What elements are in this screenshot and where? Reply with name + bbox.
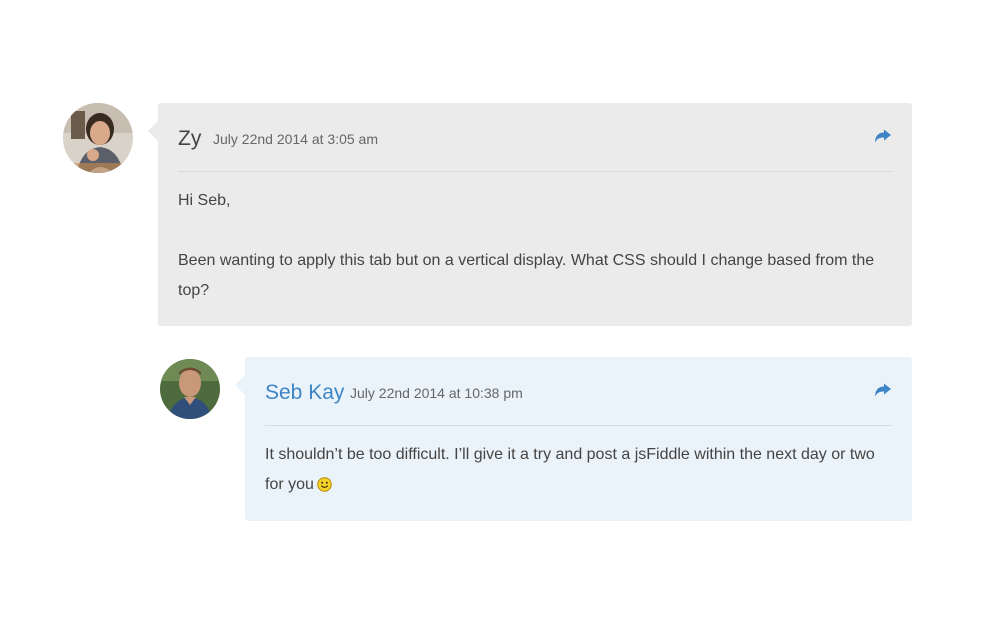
comment-text: for you bbox=[265, 476, 314, 493]
reply-arrow-icon[interactable] bbox=[874, 129, 892, 145]
comment-header: Seb Kay July 22nd 2014 at 10:38 pm bbox=[265, 357, 892, 426]
comment-author[interactable]: Seb Kay bbox=[265, 381, 344, 405]
comment-author[interactable]: Zy bbox=[178, 127, 201, 151]
comment-body: It shouldn’t be too difficult. I’ll give… bbox=[265, 440, 892, 503]
comment-paragraph: Hi Seb, bbox=[178, 192, 231, 209]
comment-text-line: for you bbox=[265, 470, 892, 503]
comment-date[interactable]: July 22nd 2014 at 3:05 am bbox=[213, 131, 378, 147]
comment-text-line: It shouldn’t be too difficult. I’ll give… bbox=[265, 446, 875, 463]
reply-arrow-icon[interactable] bbox=[874, 383, 892, 399]
avatar-seb-kay[interactable] bbox=[160, 359, 220, 419]
comment-header: Zy July 22nd 2014 at 3:05 am bbox=[178, 103, 892, 172]
avatar-zy[interactable] bbox=[63, 103, 133, 173]
reply-bubble: Seb Kay July 22nd 2014 at 10:38 pm It sh… bbox=[235, 357, 912, 521]
avatar-photo-icon bbox=[63, 103, 133, 173]
comment-bubble: Zy July 22nd 2014 at 3:05 am Hi Seb, Bee… bbox=[148, 103, 912, 326]
avatar-photo-icon bbox=[160, 359, 220, 419]
smiley-emoji-icon bbox=[317, 473, 332, 503]
comment-paragraph: Been wanting to apply this tab but on a … bbox=[178, 252, 875, 299]
comment-body: Hi Seb, Been wanting to apply this tab b… bbox=[178, 186, 892, 306]
comment-date[interactable]: July 22nd 2014 at 10:38 pm bbox=[350, 385, 523, 401]
